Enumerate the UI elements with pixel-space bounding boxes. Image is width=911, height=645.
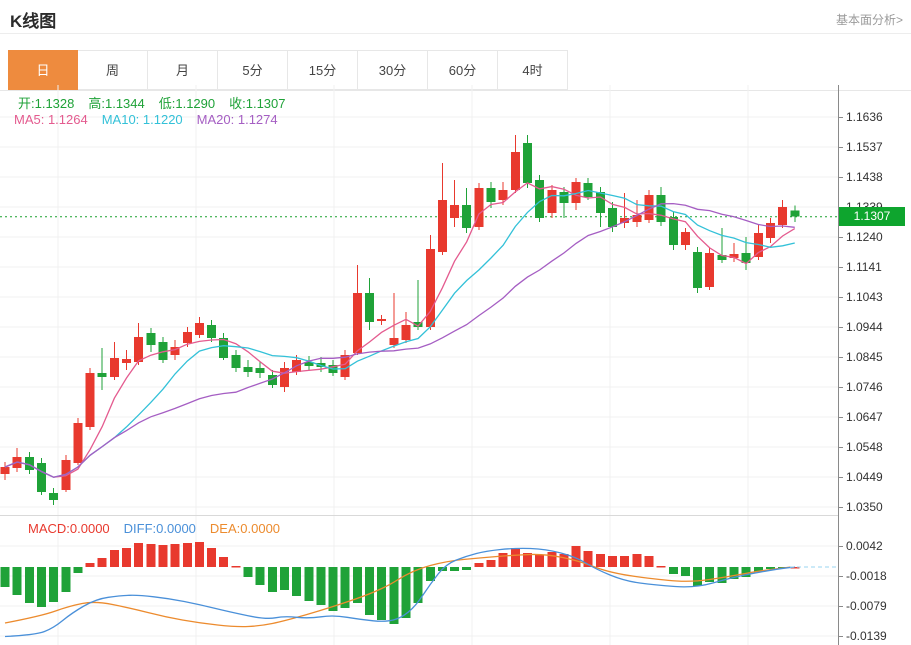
tab-5min[interactable]: 5分 <box>218 50 288 90</box>
ohlc-legend: 开:1.1328 高:1.1344 低:1.1290 收:1.1307 <box>18 93 300 112</box>
y-axis-labels: 1.16361.15371.14381.13391.12401.11411.10… <box>838 0 911 645</box>
y-axis-label: 1.1537 <box>838 140 883 154</box>
y-axis-label: 1.1240 <box>838 230 883 244</box>
y-axis-label: 0.0042 <box>838 539 883 553</box>
axis-tick <box>838 635 843 637</box>
axis-tick <box>838 326 843 328</box>
y-axis-label: 1.1141 <box>838 260 882 274</box>
y-axis-label: 1.0845 <box>838 350 883 364</box>
y-axis-label: 1.1636 <box>838 110 883 124</box>
y-axis-label: 1.0548 <box>838 440 883 454</box>
y-axis-label: 1.0449 <box>838 470 883 484</box>
y-axis-label: -0.0018 <box>838 569 887 583</box>
axis-tick <box>838 176 843 178</box>
y-axis-label: 1.0746 <box>838 380 883 394</box>
y-axis-label: 1.1043 <box>838 290 883 304</box>
kline-widget: K线图 基本面分析> 日 周 月 5分 15分 30分 60分 4时 开:1.1… <box>0 0 911 645</box>
diff-value: DIFF:0.0000 <box>123 521 196 536</box>
period-tabs: 日 周 月 5分 15分 30分 60分 4时 <box>8 50 568 90</box>
pane-divider <box>0 515 838 516</box>
axis-tick <box>838 605 843 607</box>
tab-day[interactable]: 日 <box>8 50 78 90</box>
axis-tick <box>838 476 843 478</box>
widget-header: K线图 基本面分析> <box>0 0 911 34</box>
axis-tick <box>838 296 843 298</box>
y-axis-label: 1.0350 <box>838 500 883 514</box>
candlestick-chart[interactable] <box>0 85 838 515</box>
y-axis-label: 1.0647 <box>838 410 883 424</box>
axis-tick <box>838 146 843 148</box>
low-value: 低:1.1290 <box>158 96 216 111</box>
axis-tick <box>838 416 843 418</box>
ma-legend: MA5: 1.1264 MA10: 1.1220 MA20: 1.1274 <box>14 112 292 127</box>
axis-tick <box>838 386 843 388</box>
close-value: 收:1.1307 <box>229 96 286 111</box>
axis-tick <box>838 575 843 577</box>
high-value: 高:1.1344 <box>88 96 145 111</box>
current-price-tag: 1.1307 <box>839 207 905 226</box>
axis-tick <box>838 266 843 268</box>
axis-tick <box>838 446 843 448</box>
axis-tick <box>838 356 843 358</box>
y-axis-label: 1.1438 <box>838 170 883 184</box>
tab-15min[interactable]: 15分 <box>288 50 358 90</box>
tab-4hour[interactable]: 4时 <box>498 50 568 90</box>
ma20-value: MA20: 1.1274 <box>196 112 278 127</box>
axis-tick <box>838 116 843 118</box>
ma5-value: MA5: 1.1264 <box>14 112 88 127</box>
tab-month[interactable]: 月 <box>148 50 218 90</box>
macd-legend: MACD:0.0000 DIFF:0.0000 DEA:0.0000 <box>28 521 294 536</box>
tab-60min[interactable]: 60分 <box>428 50 498 90</box>
y-axis-label: 1.0944 <box>838 320 883 334</box>
tab-30min[interactable]: 30分 <box>358 50 428 90</box>
macd-value: MACD:0.0000 <box>28 521 110 536</box>
y-axis-label: -0.0079 <box>838 599 887 613</box>
page-title: K线图 <box>10 12 57 31</box>
tab-week[interactable]: 周 <box>78 50 148 90</box>
dea-value: DEA:0.0000 <box>209 521 281 536</box>
ma10-value: MA10: 1.1220 <box>101 112 183 127</box>
axis-tick <box>838 545 843 547</box>
y-axis-label: -0.0139 <box>838 629 887 643</box>
axis-tick <box>838 506 843 508</box>
axis-tick <box>838 236 843 238</box>
open-value: 开:1.1328 <box>18 96 75 111</box>
